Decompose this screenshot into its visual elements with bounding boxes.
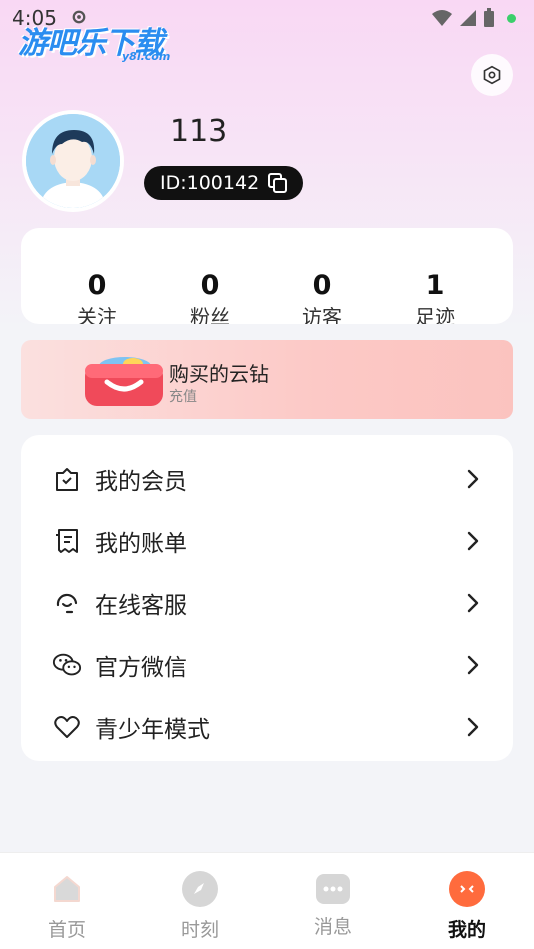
chevron-right-icon <box>467 469 479 489</box>
stat-value: 0 <box>200 270 220 301</box>
avatar-image <box>26 114 120 208</box>
banner-subtitle: 充值 <box>169 389 197 405</box>
battery-icon <box>484 8 494 27</box>
tab-home[interactable]: 首页 <box>17 871 117 942</box>
stat-label: 访客 <box>302 305 342 324</box>
settings-button[interactable] <box>471 54 513 96</box>
user-id-badge[interactable]: ID:100142 <box>144 166 303 200</box>
stat-visitors[interactable]: 0 访客 <box>267 270 377 324</box>
message-icon <box>316 874 350 904</box>
menu-label: 青少年模式 <box>95 717 210 743</box>
home-icon <box>49 871 85 907</box>
default-avatar-icon <box>26 114 120 208</box>
stat-footprints[interactable]: 1 足迹 <box>380 270 490 324</box>
tab-label: 时刻 <box>180 919 219 941</box>
menu-label: 官方微信 <box>95 655 187 681</box>
username: 113 <box>170 114 228 149</box>
stat-value: 0 <box>87 270 107 301</box>
menu-item-vip[interactable]: 我的会员 <box>21 448 513 510</box>
stat-followers[interactable]: 0 粉丝 <box>155 270 265 324</box>
profile-face-icon <box>449 871 485 907</box>
wifi-icon <box>432 10 452 26</box>
stats-card: 0 关注 0 粉丝 0 访客 1 足迹 <box>21 228 513 324</box>
menu-label: 我的账单 <box>95 531 187 557</box>
user-id-text: ID:100142 <box>160 172 260 194</box>
notification-dot <box>507 13 516 23</box>
tab-moments[interactable]: 时刻 <box>150 871 250 942</box>
tab-label: 消息 <box>313 916 352 938</box>
customer-service-icon <box>52 588 82 618</box>
heart-icon <box>52 712 82 742</box>
menu-item-customer-service[interactable]: 在线客服 <box>21 572 513 634</box>
menu-card: 我的会员 我的账单 在线客服 官方微信 青少年模式 <box>21 435 513 761</box>
menu-item-wechat[interactable]: 官方微信 <box>21 634 513 696</box>
chevron-right-icon <box>467 593 479 613</box>
status-icons <box>431 8 516 28</box>
banner-title: 购买的云钻 <box>169 362 269 386</box>
watermark-domain: y8l.com <box>122 50 171 63</box>
stat-label: 关注 <box>77 305 117 324</box>
chevron-right-icon <box>467 655 479 675</box>
stat-value: 0 <box>312 270 332 301</box>
chevron-right-icon <box>467 531 479 551</box>
vip-bag-icon <box>52 464 82 494</box>
avatar[interactable] <box>22 110 124 212</box>
menu-item-bill[interactable]: 我的账单 <box>21 510 513 572</box>
tab-label: 我的 <box>447 919 486 941</box>
bottom-tab-bar: 首页 时刻 消息 我的 <box>0 852 534 949</box>
chevron-right-icon <box>467 717 479 737</box>
copy-icon[interactable] <box>267 172 289 194</box>
recharge-banner[interactable]: 购买的云钻 充值 <box>21 340 513 419</box>
wechat-icon <box>52 650 82 680</box>
menu-item-teen-mode[interactable]: 青少年模式 <box>21 696 513 758</box>
menu-label: 在线客服 <box>95 593 187 619</box>
stat-following[interactable]: 0 关注 <box>42 270 152 324</box>
menu-label: 我的会员 <box>95 469 187 495</box>
stat-label: 粉丝 <box>190 305 230 324</box>
settings-hexagon-icon <box>483 65 501 85</box>
diamond-box-icon <box>85 357 163 406</box>
bill-icon <box>52 526 82 556</box>
stat-value: 1 <box>425 270 445 301</box>
signal-icon <box>460 10 476 26</box>
stat-label: 足迹 <box>415 305 455 324</box>
tab-messages[interactable]: 消息 <box>283 871 383 939</box>
compass-icon <box>182 871 218 907</box>
tab-mine[interactable]: 我的 <box>417 871 517 942</box>
tab-label: 首页 <box>47 919 86 941</box>
